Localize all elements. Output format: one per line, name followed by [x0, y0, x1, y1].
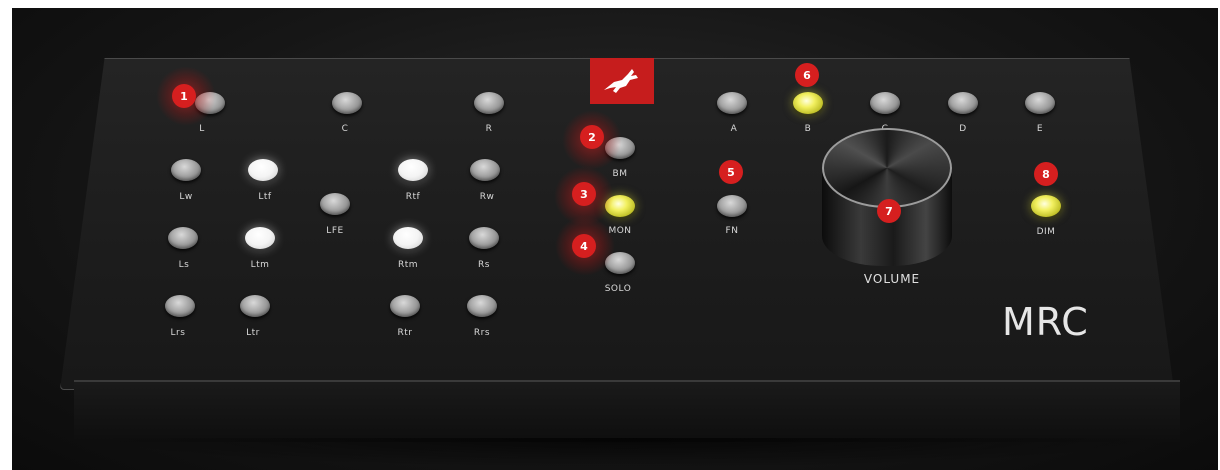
source-button-a[interactable] — [717, 92, 747, 114]
speaker-button-ltm[interactable] — [245, 227, 275, 249]
callout-badge-6: 6 — [795, 63, 819, 87]
source-button-c[interactable] — [870, 92, 900, 114]
dim-button[interactable] — [1031, 195, 1061, 217]
control-panel-front — [74, 380, 1180, 442]
source-label-b: B — [804, 124, 812, 134]
speaker-button-c[interactable] — [332, 92, 362, 114]
speaker-button-ls[interactable] — [168, 227, 198, 249]
speaker-button-lw[interactable] — [171, 159, 201, 181]
speaker-button-rs[interactable] — [469, 227, 499, 249]
speaker-button-rrs[interactable] — [467, 295, 497, 317]
source-label-d: D — [959, 124, 967, 134]
speaker-button-lfe[interactable] — [320, 193, 350, 215]
source-label-a: A — [730, 124, 738, 134]
callout-badge-5: 5 — [719, 160, 743, 184]
speaker-label-ltr: Ltr — [246, 328, 260, 338]
speaker-label-rw: Rw — [479, 192, 495, 202]
callout-badge-2: 2 — [580, 125, 604, 149]
speaker-button-rw[interactable] — [470, 159, 500, 181]
fn-button[interactable] — [717, 195, 747, 217]
fn-label: FN — [725, 226, 739, 236]
speaker-label-lw: Lw — [179, 192, 193, 202]
source-label-e: E — [1036, 124, 1044, 134]
speaker-label-lfe: LFE — [326, 226, 344, 236]
speaker-label-lrs: Lrs — [170, 328, 186, 338]
speaker-label-r: R — [485, 124, 493, 134]
speaker-label-rtf: Rtf — [405, 192, 421, 202]
speaker-label-l: L — [199, 124, 205, 134]
speaker-label-rrs: Rrs — [473, 328, 491, 338]
callout-badge-7: 7 — [877, 199, 901, 223]
speaker-label-ltf: Ltf — [258, 192, 272, 202]
speaker-button-ltf[interactable] — [248, 159, 278, 181]
speaker-button-ltr[interactable] — [240, 295, 270, 317]
source-button-b[interactable] — [793, 92, 823, 114]
callout-badge-3: 3 — [572, 182, 596, 206]
callout-badge-1: 1 — [172, 84, 196, 108]
speaker-label-rtm: Rtm — [397, 260, 419, 270]
speaker-button-lrs[interactable] — [165, 295, 195, 317]
panel-shadow — [82, 438, 1172, 468]
volume-knob-cap[interactable] — [822, 128, 952, 208]
source-button-e[interactable] — [1025, 92, 1055, 114]
bm-label: BM — [612, 169, 628, 179]
speaker-label-rtr: Rtr — [397, 328, 413, 338]
volume-label: VOLUME — [863, 272, 921, 286]
solo-label: SOLO — [604, 284, 632, 294]
speaker-label-rs: Rs — [478, 260, 490, 270]
antelope-logo-icon — [590, 58, 654, 104]
speaker-button-r[interactable] — [474, 92, 504, 114]
model-label: MRC — [1002, 300, 1089, 344]
speaker-label-ls: Ls — [178, 260, 190, 270]
speaker-button-rtm[interactable] — [393, 227, 423, 249]
speaker-button-rtr[interactable] — [390, 295, 420, 317]
callout-badge-4: 4 — [572, 234, 596, 258]
speaker-button-rtf[interactable] — [398, 159, 428, 181]
callout-badge-8: 8 — [1034, 162, 1058, 186]
volume-knob[interactable] — [822, 128, 952, 268]
source-button-d[interactable] — [948, 92, 978, 114]
speaker-label-c: C — [341, 124, 349, 134]
dim-label: DIM — [1036, 227, 1056, 237]
speaker-label-ltm: Ltm — [250, 260, 270, 270]
